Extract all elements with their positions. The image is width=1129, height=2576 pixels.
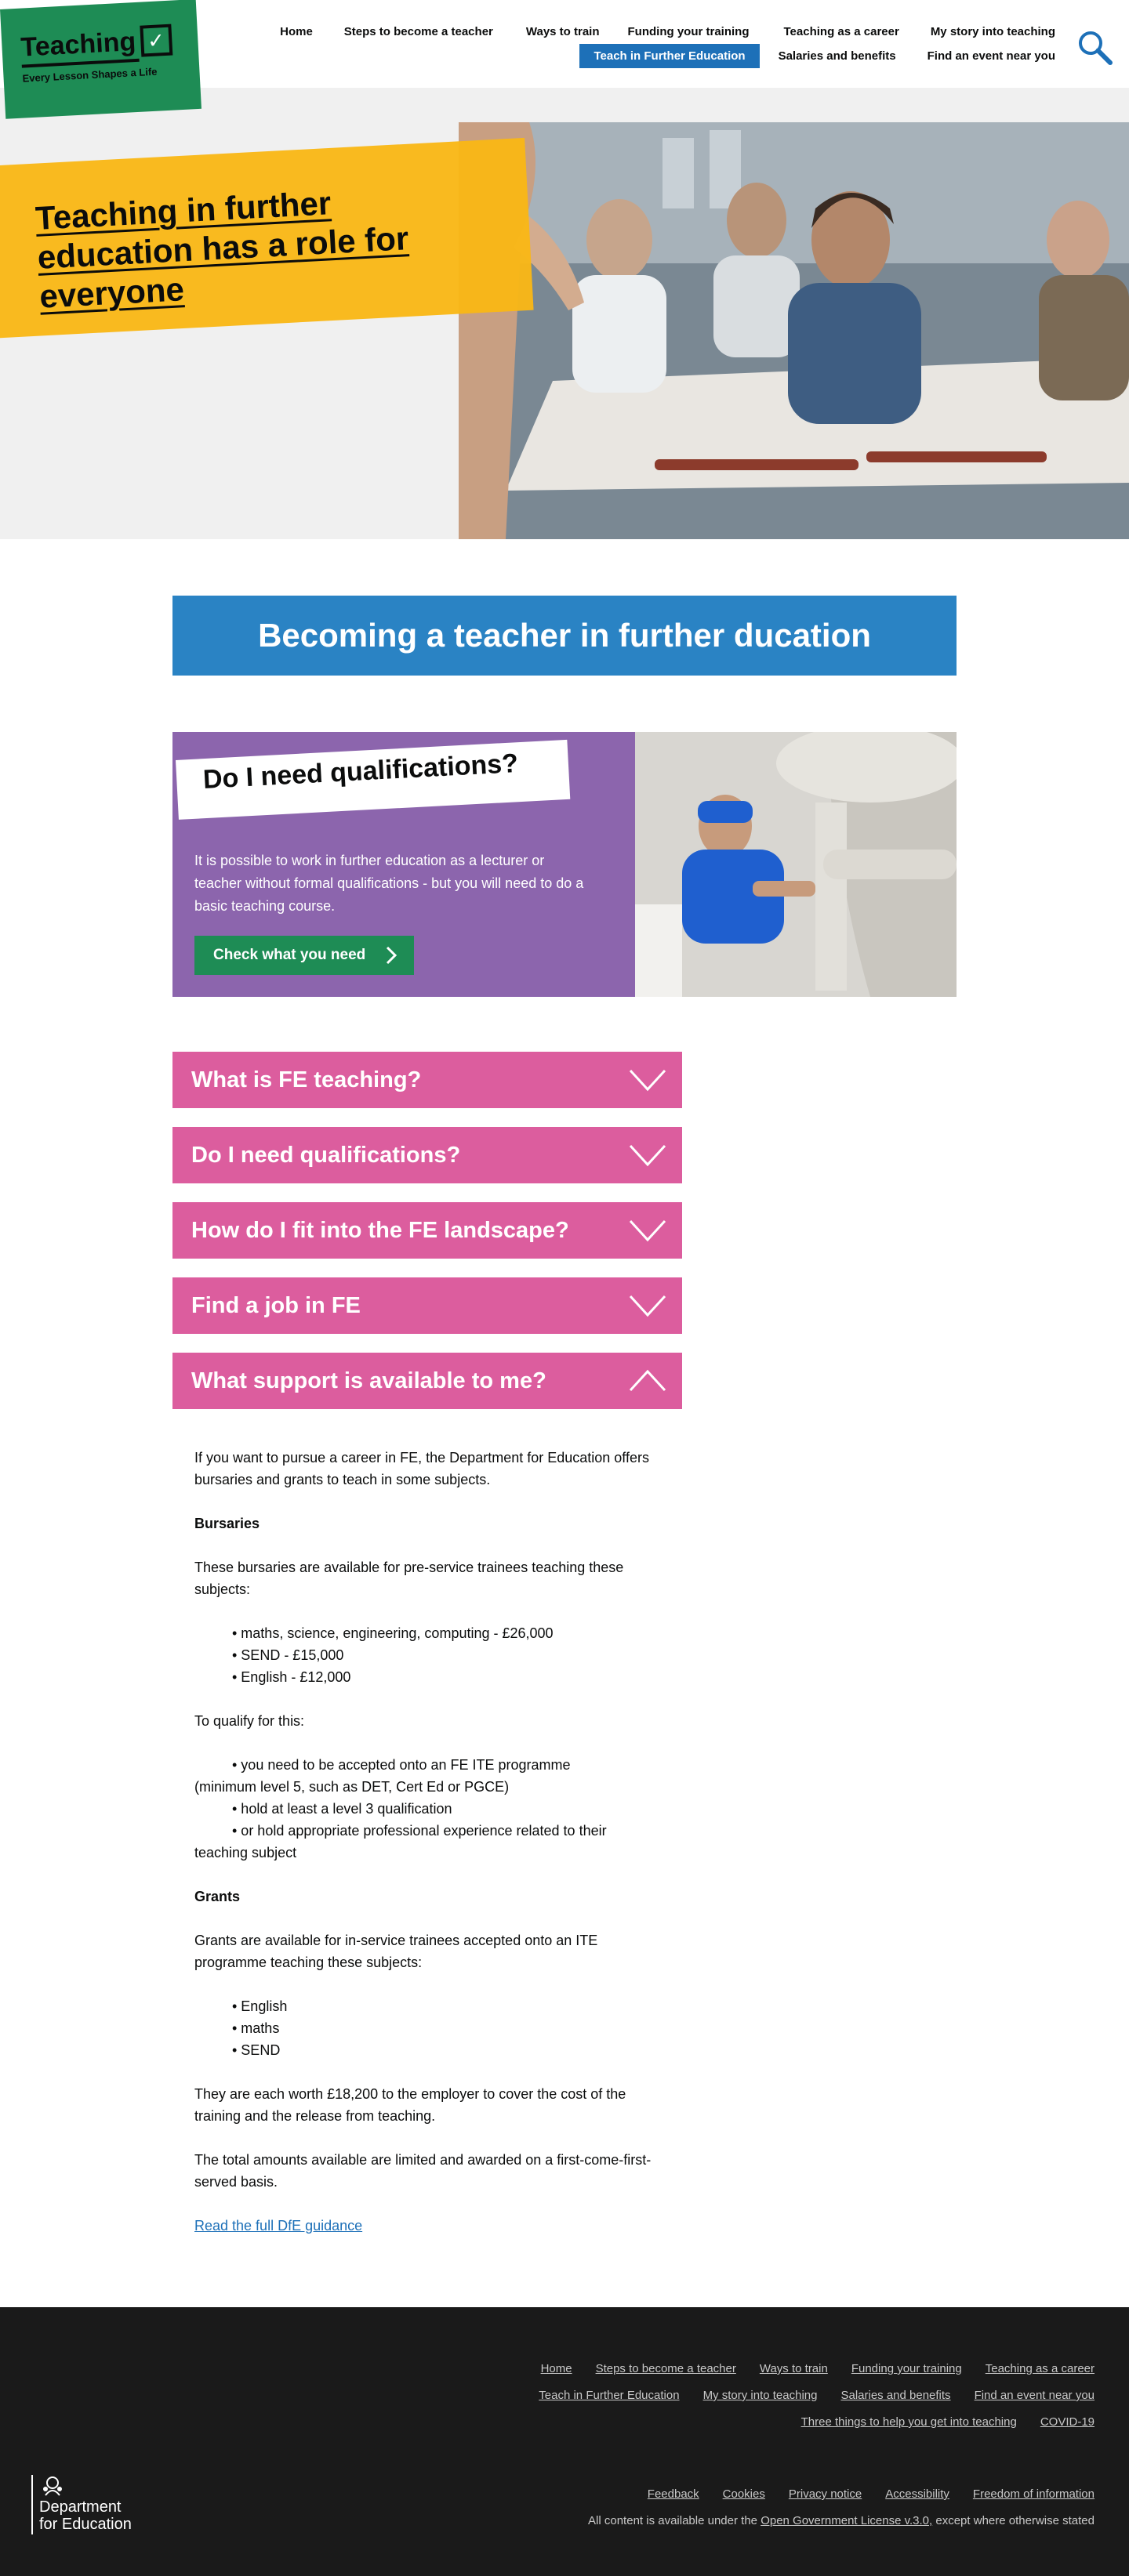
footer-link-home[interactable]: Home bbox=[541, 2362, 572, 2375]
qualifications-card: Do I need qualifications? It is possible… bbox=[172, 732, 957, 997]
footer-link-foi[interactable]: Freedom of information bbox=[973, 2487, 1095, 2501]
nav-further-education[interactable]: Teach in Further Education bbox=[579, 44, 760, 68]
qualify-list: • you need to be accepted onto an FE ITE… bbox=[194, 1754, 665, 1864]
dfe-name-line1: Department bbox=[39, 2498, 122, 2516]
footer-link-steps[interactable]: Steps to become a teacher bbox=[596, 2362, 736, 2375]
dfe-divider bbox=[31, 2475, 33, 2534]
accordion-what-is-fe[interactable]: What is FE teaching? bbox=[172, 1052, 682, 1108]
button-label: Check what you need bbox=[213, 947, 366, 963]
check-what-you-need-button[interactable]: Check what you need bbox=[194, 936, 414, 975]
accordion-fe-landscape[interactable]: How do I fit into the FE landscape? bbox=[172, 1202, 682, 1259]
nav-events[interactable]: Find an event near you bbox=[928, 46, 1055, 66]
checkmark-icon: ✓ bbox=[140, 24, 173, 57]
nav-salaries[interactable]: Salaries and benefits bbox=[779, 46, 896, 66]
accordion-title: How do I fit into the FE landscape? bbox=[191, 1217, 569, 1243]
qualify-intro: To qualify for this: bbox=[194, 1713, 305, 1729]
nav-teaching-career[interactable]: Teaching as a career bbox=[784, 22, 899, 42]
ogl-license-link[interactable]: Open Government License v.3.0, bbox=[761, 2514, 932, 2527]
royal-crest-icon bbox=[43, 2476, 62, 2496]
dfe-guidance-link[interactable]: Read the full DfE guidance bbox=[194, 2218, 362, 2234]
site-header: Teaching ✓ Every Lesson Shapes a Life Ho… bbox=[0, 0, 1129, 119]
nav-my-story[interactable]: My story into teaching bbox=[931, 22, 1055, 42]
search-icon[interactable] bbox=[1076, 28, 1113, 66]
list-item: • English - £12,000 bbox=[232, 1669, 351, 1685]
teaching-logo[interactable]: Teaching ✓ Every Lesson Shapes a Life bbox=[0, 0, 201, 119]
footer-link-salaries[interactable]: Salaries and benefits bbox=[840, 2389, 950, 2402]
accordion-title: Do I need qualifications? bbox=[191, 1142, 461, 1168]
dfe-name-line2: for Education bbox=[39, 2516, 132, 2533]
plumber-photo bbox=[635, 732, 957, 997]
hero-section: Teaching in further education has a role… bbox=[0, 88, 1129, 539]
grants-list: • English • maths • SEND bbox=[194, 1995, 665, 2061]
grants-intro: Grants are available for in-service trai… bbox=[194, 1933, 598, 1970]
chevron-down-icon bbox=[629, 1144, 666, 1167]
license-notice: All content is available under the Open … bbox=[588, 2514, 1095, 2527]
license-suffix: except where otherwise stated bbox=[935, 2514, 1095, 2527]
primary-nav-row2: Teach in Further Education Salaries and … bbox=[579, 44, 1055, 68]
chevron-right-icon bbox=[386, 946, 397, 965]
list-item: • or hold appropriate professional exper… bbox=[232, 1823, 607, 1839]
footer-link-feedback[interactable]: Feedback bbox=[648, 2487, 699, 2501]
logo-word: Teaching bbox=[20, 26, 137, 63]
list-item: • hold at least a level 3 qualification bbox=[232, 1801, 452, 1817]
footer-links-row1: Home Steps to become a teacher Ways to t… bbox=[541, 2362, 1095, 2375]
footer-link-accessibility[interactable]: Accessibility bbox=[885, 2487, 949, 2501]
footer-link-career[interactable]: Teaching as a career bbox=[986, 2362, 1095, 2375]
accordion-title: What support is available to me? bbox=[191, 1368, 546, 1393]
list-item-continued: (minimum level 5, such as DET, Cert Ed o… bbox=[194, 1779, 510, 1795]
nav-home[interactable]: Home bbox=[280, 22, 313, 42]
bursaries-list: • maths, science, engineering, computing… bbox=[194, 1622, 665, 1688]
footer-link-fe[interactable]: Teach in Further Education bbox=[539, 2389, 679, 2402]
footer-link-funding[interactable]: Funding your training bbox=[851, 2362, 962, 2375]
site-footer: Home Steps to become a teacher Ways to t… bbox=[0, 2307, 1129, 2576]
grants-heading: Grants bbox=[194, 1889, 241, 1904]
card-description: It is possible to work in further educat… bbox=[194, 853, 584, 914]
hero-photo bbox=[459, 122, 1129, 539]
section-title-banner: Becoming a teacher in further ducation bbox=[172, 596, 957, 676]
footer-link-my-story[interactable]: My story into teaching bbox=[703, 2389, 818, 2402]
logo-wordmark: Teaching ✓ bbox=[20, 23, 199, 63]
footer-link-covid[interactable]: COVID-19 bbox=[1040, 2415, 1095, 2429]
list-item-continued: teaching subject bbox=[194, 1845, 297, 1860]
chevron-down-icon bbox=[629, 1069, 666, 1092]
nav-funding[interactable]: Funding your training bbox=[628, 22, 750, 42]
nav-steps[interactable]: Steps to become a teacher bbox=[344, 22, 493, 42]
bursaries-heading: Bursaries bbox=[194, 1516, 260, 1531]
footer-links-row2: Teach in Further Education My story into… bbox=[539, 2389, 1095, 2402]
footer-legal-links: Feedback Cookies Privacy notice Accessib… bbox=[648, 2487, 1095, 2501]
bursaries-intro: These bursaries are available for pre-se… bbox=[194, 1560, 624, 1597]
accordion-qualifications[interactable]: Do I need qualifications? bbox=[172, 1127, 682, 1183]
accordion-title: What is FE teaching? bbox=[191, 1067, 422, 1092]
support-content: If you want to pursue a career in FE, th… bbox=[194, 1447, 665, 2259]
footer-link-privacy[interactable]: Privacy notice bbox=[789, 2487, 862, 2501]
nav-ways-to-train[interactable]: Ways to train bbox=[526, 22, 600, 42]
license-prefix: All content is available under the bbox=[588, 2514, 758, 2527]
chevron-down-icon bbox=[629, 1295, 666, 1317]
list-item: • SEND bbox=[232, 2042, 281, 2058]
dfe-logo[interactable]: Department for Education bbox=[31, 2475, 132, 2534]
chevron-down-icon bbox=[629, 1219, 666, 1242]
list-item: • maths bbox=[232, 2020, 280, 2036]
footer-link-three-things[interactable]: Three things to help you get into teachi… bbox=[801, 2415, 1017, 2429]
footer-link-cookies[interactable]: Cookies bbox=[723, 2487, 765, 2501]
hero-title: Teaching in further education has a role… bbox=[34, 184, 410, 315]
chevron-up-icon bbox=[629, 1369, 666, 1392]
limited-note: The total amounts available are limited … bbox=[194, 2152, 652, 2190]
accordion-find-job[interactable]: Find a job in FE bbox=[172, 1277, 682, 1334]
list-item: • English bbox=[232, 1998, 288, 2014]
section-title: Becoming a teacher in further ducation bbox=[258, 617, 871, 654]
support-intro: If you want to pursue a career in FE, th… bbox=[194, 1450, 649, 1487]
footer-link-events[interactable]: Find an event near you bbox=[975, 2389, 1095, 2402]
list-item: • maths, science, engineering, computing… bbox=[232, 1625, 554, 1641]
footer-link-ways[interactable]: Ways to train bbox=[760, 2362, 828, 2375]
accordion-title: Find a job in FE bbox=[191, 1292, 361, 1318]
accordion-support[interactable]: What support is available to me? bbox=[172, 1353, 682, 1409]
list-item: • SEND - £15,000 bbox=[232, 1647, 344, 1663]
primary-nav-row1: Home Steps to become a teacher Ways to t… bbox=[280, 22, 1055, 42]
footer-links-row3: Three things to help you get into teachi… bbox=[801, 2415, 1095, 2429]
list-item: • you need to be accepted onto an FE ITE… bbox=[232, 1757, 571, 1773]
grants-worth: They are each worth £18,200 to the emplo… bbox=[194, 2086, 626, 2124]
